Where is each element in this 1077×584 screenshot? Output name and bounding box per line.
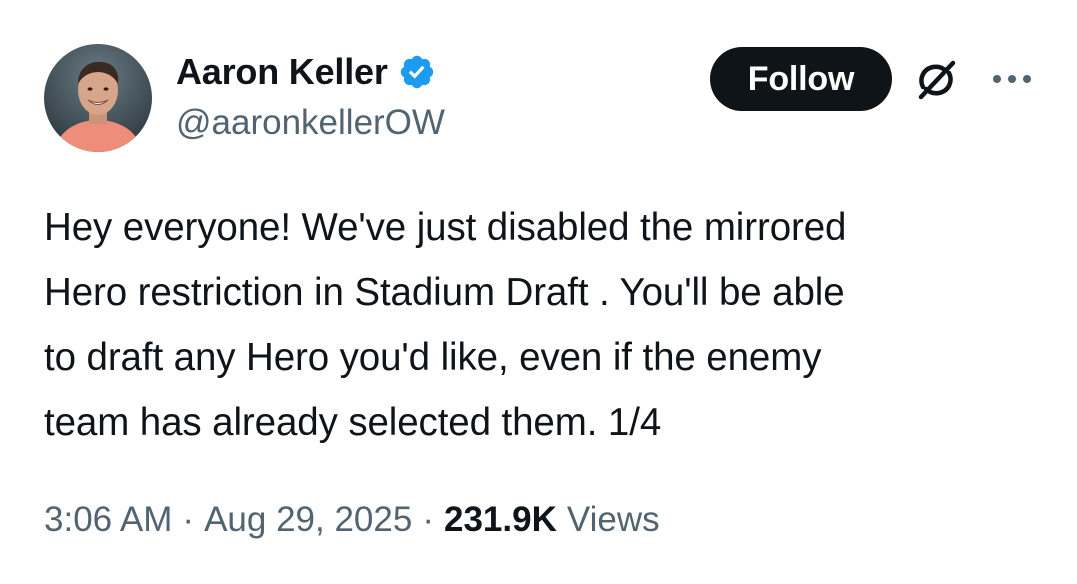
tweet-meta: 3:06 AM · Aug 29, 2025 · 231.9K Views xyxy=(44,493,660,547)
meta-separator: · xyxy=(422,500,434,539)
tweet-text-line: Hero restriction in Stadium Draft . You'… xyxy=(44,271,845,314)
views-label: Views xyxy=(566,500,660,539)
meta-separator: · xyxy=(182,500,195,539)
tweet-card: Aaron Keller @aaronkellerOW Follow Hey e… xyxy=(0,0,1077,584)
tweet-text: Hey everyone! We've just disabled the mi… xyxy=(44,195,1044,455)
follow-button[interactable]: Follow xyxy=(710,47,892,111)
verified-badge-icon[interactable] xyxy=(398,53,436,91)
views-count: 231.9K xyxy=(443,500,557,539)
avatar-image xyxy=(44,44,152,152)
tweet-time[interactable]: 3:06 AM xyxy=(44,500,172,540)
author-handle[interactable]: @aaronkellerOW xyxy=(176,103,445,143)
avatar[interactable] xyxy=(44,44,152,152)
tweet-text-line: to draft any Hero you'd like, even if th… xyxy=(44,336,822,379)
tweet-date[interactable]: Aug 29, 2025 xyxy=(204,500,412,540)
more-options-icon[interactable] xyxy=(988,70,1036,88)
author-display-name[interactable]: Aaron Keller xyxy=(176,51,388,93)
author-name-row: Aaron Keller xyxy=(176,50,436,94)
tweet-text-line: team has already selected them. 1/4 xyxy=(44,401,662,444)
grok-icon[interactable] xyxy=(913,57,959,103)
tweet-text-line: Hey everyone! We've just disabled the mi… xyxy=(44,206,847,249)
